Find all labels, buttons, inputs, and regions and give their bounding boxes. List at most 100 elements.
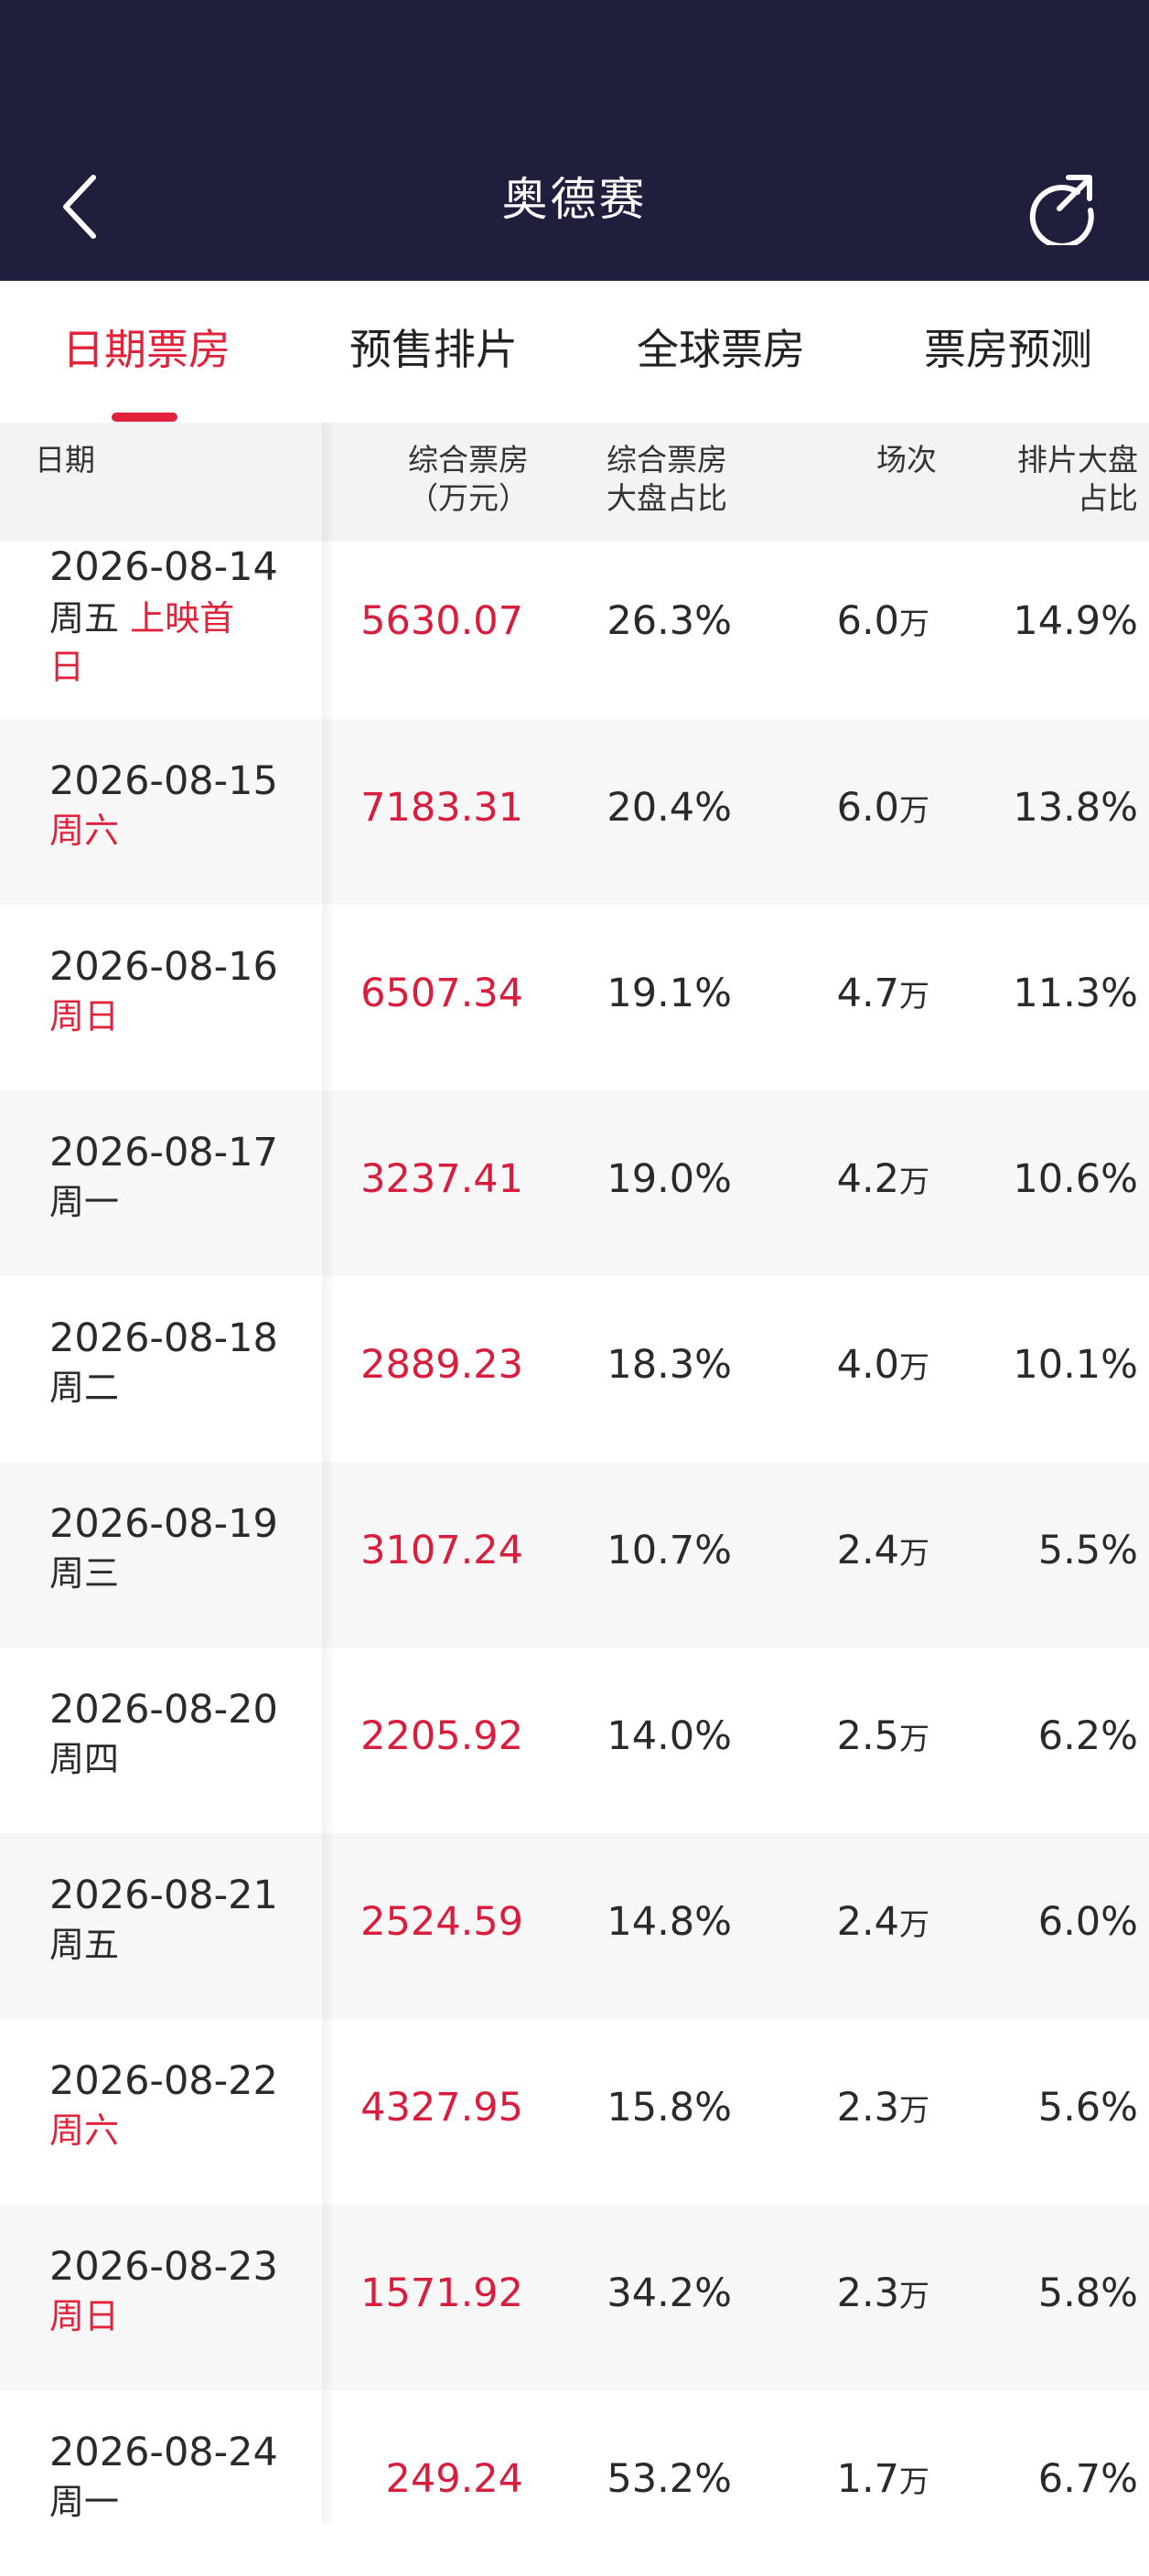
column-header-share-line1: 综合票房 (607, 442, 727, 478)
schedule-value: 14.9% (1013, 598, 1138, 644)
shows-value: 6.0万 (837, 785, 929, 831)
share-icon (1029, 175, 1094, 249)
schedule-value: 6.2% (1037, 1713, 1138, 1759)
table-row[interactable]: 2026-08-23 周日 1571.92 34.2% 2.3万 5.8% (0, 2205, 1149, 2390)
shows-number: 2.5 (836, 1713, 899, 1759)
box-office-value: 5630.07 (360, 598, 523, 644)
shows-value: 2.3万 (837, 2270, 929, 2316)
table-row[interactable]: 2026-08-17 周一 3237.41 19.0% 4.2万 10.6% (0, 1090, 1149, 1276)
weekday-text: 周六 (49, 810, 120, 851)
weekday-text: 周二 (49, 1368, 120, 1408)
shows-unit: 万 (899, 1164, 929, 1199)
shows-number: 4.0 (836, 1342, 899, 1388)
schedule-value: 11.3% (1013, 971, 1138, 1016)
share-value: 19.0% (607, 1156, 732, 1202)
weekday-text: 周三 (49, 1553, 120, 1594)
shows-number: 6.0 (836, 598, 899, 644)
column-header-box-office[interactable]: 综合票房 （万元） (408, 441, 529, 518)
tab-global-box-office[interactable]: 全球票房 (611, 281, 831, 423)
shows-unit: 万 (899, 2278, 929, 2313)
date-text: 2026-08-21 (49, 1873, 278, 1918)
date-cell: 2026-08-19 周三 (49, 1498, 287, 1597)
date-cell: 2026-08-22 周六 (49, 2055, 287, 2154)
column-header-share-line2: 大盘占比 (607, 480, 727, 516)
column-header-share[interactable]: 综合票房 大盘占比 (589, 441, 745, 518)
weekday-text: 周六 (49, 2110, 120, 2151)
box-office-value: 3237.41 (360, 1156, 523, 1202)
date-text: 2026-08-18 (49, 1315, 278, 1361)
shows-number: 6.0 (836, 785, 899, 831)
box-office-value: 3107.24 (360, 1528, 523, 1573)
shows-value: 4.2万 (837, 1156, 929, 1202)
date-text: 2026-08-19 (49, 1501, 278, 1547)
release-note-continued: 日 (49, 647, 85, 687)
date-text: 2026-08-24 (49, 2430, 278, 2475)
table-row[interactable]: 2026-08-24 周一 249.24 53.2% 1.7万 6.7% (0, 2390, 1149, 2576)
table-row[interactable]: 2026-08-22 周六 4327.95 15.8% 2.3万 5.6% (0, 2019, 1149, 2205)
page-title: 奥德赛 (501, 173, 648, 226)
column-header-shows[interactable]: 场次 (876, 441, 937, 479)
shows-number: 2.4 (836, 1528, 899, 1573)
box-office-value: 2524.59 (360, 1899, 523, 1945)
table-row[interactable]: 2026-08-18 周二 2889.23 18.3% 4.0万 10.1% (0, 1276, 1149, 1462)
shows-unit: 万 (899, 2092, 929, 2128)
app-header: 奥德赛 (0, 0, 1149, 281)
weekday-text: 周日 (49, 996, 120, 1036)
column-header-box-office-line2: （万元） (408, 480, 529, 516)
shows-number: 4.7 (836, 971, 899, 1016)
share-value: 14.8% (607, 1899, 732, 1945)
weekday-text: 周四 (49, 1739, 120, 1779)
weekday-text: 周日 (49, 2296, 120, 2336)
schedule-value: 5.6% (1037, 2085, 1138, 2131)
table-row[interactable]: 2026-08-21 周五 2524.59 14.8% 2.4万 6.0% (0, 1833, 1149, 2019)
table-row[interactable]: 2026-08-19 周三 3107.24 10.7% 2.4万 5.5% (0, 1462, 1149, 1648)
share-value: 26.3% (607, 598, 732, 644)
date-cell: 2026-08-14 周五 上映首 日 (49, 542, 287, 690)
column-header-box-office-line1: 综合票房 (408, 442, 529, 478)
table-header: 日期 综合票房 （万元） 综合票房 大盘占比 场次 排片大盘 占比 (0, 423, 1149, 542)
column-header-date: 日期 (35, 442, 95, 478)
share-value: 20.4% (607, 785, 732, 831)
box-office-value: 1571.92 (360, 2270, 523, 2316)
box-office-value: 6507.34 (360, 971, 523, 1016)
shows-value: 2.4万 (837, 1899, 929, 1945)
shows-value: 6.0万 (837, 598, 929, 644)
shows-value: 4.7万 (837, 971, 929, 1016)
box-office-value: 4327.95 (360, 2085, 523, 2131)
date-text: 2026-08-14 (49, 544, 278, 590)
box-office-value: 249.24 (385, 2456, 523, 2502)
date-cell: 2026-08-15 周六 (49, 756, 287, 854)
table-row[interactable]: 2026-08-20 周四 2205.92 14.0% 2.5万 6.2% (0, 1648, 1149, 1833)
shows-unit: 万 (899, 792, 929, 828)
table-row[interactable]: 2026-08-14 周五 上映首 日 5630.07 26.3% 6.0万 1… (0, 542, 1149, 719)
shows-value: 1.7万 (837, 2456, 929, 2502)
shows-unit: 万 (899, 1721, 929, 1756)
share-value: 14.0% (607, 1713, 732, 1759)
column-header-schedule[interactable]: 排片大盘 占比 (1017, 441, 1138, 518)
tab-presale-schedule[interactable]: 预售排片 (324, 281, 543, 423)
box-office-value: 7183.31 (360, 785, 523, 831)
shows-number: 2.3 (836, 2270, 899, 2316)
table-row[interactable]: 2026-08-15 周六 7183.31 20.4% 6.0万 13.8% (0, 719, 1149, 905)
share-value: 10.7% (607, 1528, 732, 1573)
weekday-text: 周五 (49, 598, 120, 639)
schedule-value: 10.1% (1013, 1342, 1138, 1388)
tab-box-office-forecast[interactable]: 票房预测 (898, 281, 1118, 423)
shows-number: 4.2 (836, 1156, 899, 1202)
schedule-value: 5.8% (1037, 2270, 1138, 2316)
share-value: 18.3% (607, 1342, 732, 1388)
box-office-table: 2026-08-14 周五 上映首 日 5630.07 26.3% 6.0万 1… (0, 542, 1149, 2576)
weekday-text: 周一 (49, 1182, 120, 1222)
shows-unit: 万 (899, 606, 929, 641)
shows-value: 4.0万 (837, 1342, 929, 1388)
column-header-schedule-line2: 占比 (1078, 480, 1138, 516)
share-value: 53.2% (607, 2456, 732, 2502)
share-button[interactable] (1023, 168, 1100, 249)
shows-unit: 万 (899, 2463, 929, 2499)
shows-unit: 万 (899, 1906, 929, 1942)
table-row[interactable]: 2026-08-16 周日 6507.34 19.1% 4.7万 11.3% (0, 905, 1149, 1090)
share-value: 15.8% (607, 2085, 732, 2131)
active-tab-indicator (112, 413, 177, 422)
tab-bar: 日期票房 预售排片 全球票房 票房预测 (0, 281, 1149, 423)
tab-daily-box-office[interactable]: 日期票房 (37, 281, 256, 423)
